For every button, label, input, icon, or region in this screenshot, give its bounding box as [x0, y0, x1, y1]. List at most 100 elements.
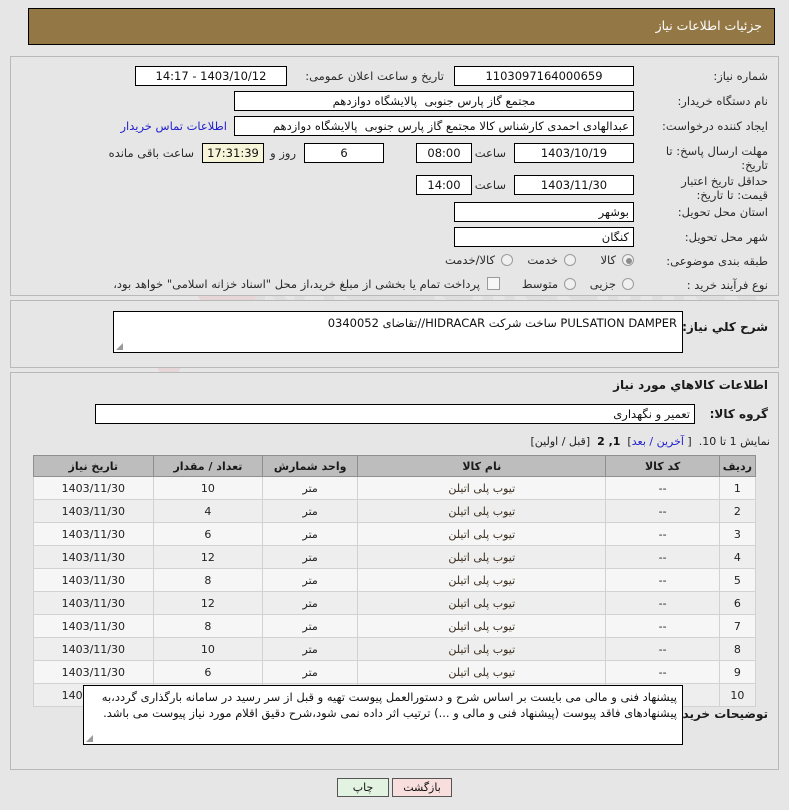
general-description-panel: شرح کلي نیاز: PULSATION DAMPER ساخت شرکت…	[10, 300, 779, 368]
cell-qty: 6	[153, 661, 263, 684]
pagination-pages[interactable]: 1, 2	[597, 435, 620, 448]
description-textarea[interactable]: PULSATION DAMPER ساخت شرکت HIDRACAR//تقا…	[113, 311, 683, 353]
treasury-checkbox-label: پرداخت تمام یا بخشی از مبلغ خرید،از محل …	[113, 277, 480, 291]
remaining-clock-field	[202, 143, 264, 163]
goods-table: ردیف کد کالا نام کالا واحد شمارش تعداد /…	[33, 455, 756, 707]
province-label: استان محل تحویل:	[678, 205, 768, 219]
price-validity-date-field[interactable]	[514, 175, 634, 195]
col-code: کد کالا	[606, 456, 719, 477]
col-name: نام کالا	[358, 456, 606, 477]
cell-name: تیوب پلی اتیلن	[358, 500, 606, 523]
description-label: شرح کلي نیاز:	[682, 320, 768, 334]
pagination-last-link[interactable]: آخرین / بعد	[632, 435, 684, 448]
need-info-panel: شماره نیاز: تاریخ و ساعت اعلان عمومی: نا…	[10, 56, 779, 296]
province-field[interactable]	[454, 202, 634, 222]
cell-radif: 6	[719, 592, 755, 615]
goods-table-header-row: ردیف کد کالا نام کالا واحد شمارش تعداد /…	[34, 456, 756, 477]
cell-qty: 10	[153, 477, 263, 500]
process-option-0-label: جزیی	[590, 277, 616, 291]
goods-group-field[interactable]	[95, 404, 695, 424]
cell-name: تیوب پلی اتیلن	[358, 592, 606, 615]
cell-unit: متر	[263, 569, 358, 592]
notes-textarea[interactable]: پیشنهاد فنی و مالی می بایست بر اساس شرح …	[83, 685, 683, 745]
cell-code: --	[606, 592, 719, 615]
need-number-label: شماره نیاز:	[713, 69, 768, 83]
pagination-first-link: قبل / اولین	[535, 435, 586, 448]
cell-code: --	[606, 500, 719, 523]
remaining-days-label: روز و	[270, 146, 296, 160]
deadline-label: مهلت ارسال پاسخ: تا تاریخ:	[648, 144, 768, 172]
radio-process-motavaset[interactable]	[564, 278, 576, 290]
radio-process-jozii[interactable]	[622, 278, 634, 290]
treasury-checkbox[interactable]	[487, 277, 500, 290]
goods-group-label: گروه کالا:	[710, 407, 768, 421]
cell-code: --	[606, 569, 719, 592]
col-date: تاریخ نیاز	[34, 456, 154, 477]
cell-qty: 12	[153, 546, 263, 569]
cell-name: تیوب پلی اتیلن	[358, 661, 606, 684]
cell-qty: 8	[153, 569, 263, 592]
cell-radif: 5	[719, 569, 755, 592]
cell-name: تیوب پلی اتیلن	[358, 569, 606, 592]
table-row: 4--تیوب پلی اتیلنمتر121403/11/30	[34, 546, 756, 569]
city-field[interactable]	[454, 227, 634, 247]
cell-date: 1403/11/30	[34, 546, 154, 569]
remaining-days-field[interactable]	[304, 143, 384, 163]
print-button[interactable]: چاپ	[337, 778, 389, 797]
cell-name: تیوب پلی اتیلن	[358, 638, 606, 661]
cell-radif: 2	[719, 500, 755, 523]
col-radif: ردیف	[719, 456, 755, 477]
cell-radif: 9	[719, 661, 755, 684]
cell-unit: متر	[263, 500, 358, 523]
buyer-contact-link[interactable]: اطلاعات تماس خریدار	[120, 119, 227, 133]
table-row: 7--تیوب پلی اتیلنمتر81403/11/30	[34, 615, 756, 638]
cell-unit: متر	[263, 661, 358, 684]
pagination-showing: نمایش 1 تا 10.	[699, 435, 770, 448]
back-button[interactable]: بازگشت	[392, 778, 452, 797]
cell-date: 1403/11/30	[34, 569, 154, 592]
radio-category-khedmat[interactable]	[564, 254, 576, 266]
goods-panel: اطلاعات کالاهاي مورد نیاز گروه کالا: نما…	[10, 372, 779, 770]
cell-qty: 8	[153, 615, 263, 638]
cell-code: --	[606, 523, 719, 546]
pagination: نمایش 1 تا 10. [ آخرین / بعد] 1, 2 [قبل …	[530, 435, 770, 448]
buyer-org-field[interactable]	[234, 91, 634, 111]
cell-code: --	[606, 661, 719, 684]
cell-date: 1403/11/30	[34, 638, 154, 661]
table-row: 9--تیوب پلی اتیلنمتر61403/11/30	[34, 661, 756, 684]
cell-qty: 10	[153, 638, 263, 661]
cell-unit: متر	[263, 523, 358, 546]
cell-date: 1403/11/30	[34, 661, 154, 684]
cell-date: 1403/11/30	[34, 500, 154, 523]
deadline-time-field[interactable]	[416, 143, 472, 163]
goods-table-body: 1--تیوب پلی اتیلنمتر101403/11/302--تیوب …	[34, 477, 756, 707]
cell-radif: 7	[719, 615, 755, 638]
cell-unit: متر	[263, 638, 358, 661]
radio-category-kala[interactable]	[622, 254, 634, 266]
process-option-1-label: متوسط	[522, 277, 558, 291]
cell-date: 1403/11/30	[34, 592, 154, 615]
cell-name: تیوب پلی اتیلن	[358, 477, 606, 500]
col-unit: واحد شمارش	[263, 456, 358, 477]
public-announce-label: تاریخ و ساعت اعلان عمومی:	[305, 69, 444, 83]
page-header-bar: جزئیات اطلاعات نیاز	[28, 8, 775, 45]
category-label: طبقه بندی موضوعی:	[666, 254, 768, 268]
page-root: kritatender.net جزئیات اطلاعات نیاز شمار…	[0, 0, 789, 810]
price-validity-time-field[interactable]	[416, 175, 472, 195]
cell-code: --	[606, 638, 719, 661]
cell-unit: متر	[263, 546, 358, 569]
category-option-0-label: کالا	[600, 253, 616, 267]
cell-name: تیوب پلی اتیلن	[358, 523, 606, 546]
cell-qty: 12	[153, 592, 263, 615]
col-qty: تعداد / مقدار	[153, 456, 263, 477]
creator-field[interactable]	[234, 116, 634, 136]
deadline-date-field[interactable]	[514, 143, 634, 163]
public-announce-field[interactable]	[135, 66, 287, 86]
cell-unit: متر	[263, 477, 358, 500]
table-row: 1--تیوب پلی اتیلنمتر101403/11/30	[34, 477, 756, 500]
cell-radif: 8	[719, 638, 755, 661]
goods-section-title: اطلاعات کالاهاي مورد نیاز	[613, 378, 768, 392]
remaining-suffix-label: ساعت باقی مانده	[109, 146, 194, 160]
radio-category-kala-khedmat[interactable]	[501, 254, 513, 266]
need-number-field[interactable]	[454, 66, 634, 86]
